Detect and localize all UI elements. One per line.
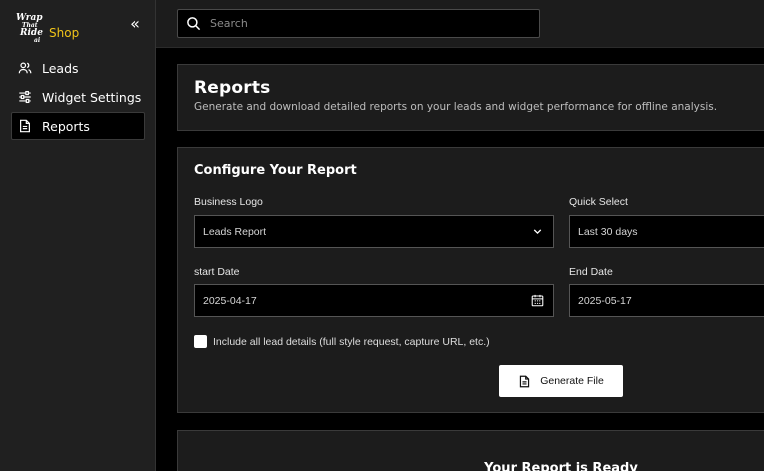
quick-select-dropdown[interactable]: Last 30 days	[569, 215, 764, 248]
configure-report-card: Configure Your Report Business Logo Lead…	[177, 147, 764, 413]
brand-shop-label: Shop	[49, 26, 80, 40]
sidebar-item-label: Leads	[42, 60, 79, 76]
sidebar-item-label: Widget Settings	[42, 89, 142, 105]
search-box[interactable]	[177, 9, 540, 38]
wrap-that-ride-logo: Wrap That Ride ai	[16, 13, 43, 44]
generate-file-label: Generate File	[540, 375, 604, 387]
start-date-label: start Date	[194, 266, 240, 278]
calendar-icon[interactable]	[531, 294, 544, 307]
top-bar	[156, 0, 764, 48]
quick-select-value: Last 30 days	[578, 225, 638, 238]
sidebar-item-widget-settings[interactable]: Widget Settings	[11, 83, 145, 111]
search-input[interactable]	[210, 17, 510, 30]
start-date-value: 2025-04-17	[203, 294, 257, 307]
brand-logo[interactable]: Wrap That Ride ai Shop	[16, 14, 79, 44]
page-header-card: Reports Generate and download detailed r…	[177, 64, 764, 131]
sliders-icon	[19, 90, 31, 104]
end-date-value: 2025-05-17	[578, 294, 632, 307]
end-date-field[interactable]: 2025-05-17	[569, 284, 764, 317]
quick-select-label: Quick Select	[569, 196, 628, 208]
chevron-down-icon	[533, 229, 542, 235]
configure-report-title: Configure Your Report	[194, 163, 357, 178]
generate-file-button[interactable]: Generate File	[499, 365, 623, 397]
search-icon	[187, 17, 201, 31]
collapse-sidebar-icon[interactable]: «	[127, 16, 143, 32]
include-details-checkbox[interactable]	[194, 335, 207, 348]
document-icon	[20, 119, 30, 133]
business-logo-select[interactable]: Leads Report	[194, 215, 554, 248]
users-icon	[18, 62, 32, 74]
page-subtitle: Generate and download detailed reports o…	[194, 101, 718, 113]
report-ready-title: Your Report is Ready	[484, 461, 638, 471]
business-logo-value: Leads Report	[203, 225, 267, 238]
sidebar: Wrap That Ride ai Shop « Leads Widget Se…	[0, 0, 156, 471]
sidebar-item-reports[interactable]: Reports	[11, 112, 145, 140]
sidebar-item-leads[interactable]: Leads	[11, 54, 145, 82]
include-details-label[interactable]: Include all lead details (full style req…	[213, 336, 490, 348]
sidebar-nav: Leads Widget Settings Reports	[11, 54, 145, 141]
end-date-label: End Date	[569, 266, 613, 278]
business-logo-label: Business Logo	[194, 196, 263, 208]
page-title: Reports	[194, 78, 271, 98]
sidebar-item-label: Reports	[42, 118, 90, 134]
start-date-field[interactable]: 2025-04-17	[194, 284, 554, 317]
document-icon	[520, 375, 530, 387]
include-details-row: Include all lead details (full style req…	[194, 335, 490, 348]
report-ready-card: Your Report is Ready	[177, 430, 764, 471]
